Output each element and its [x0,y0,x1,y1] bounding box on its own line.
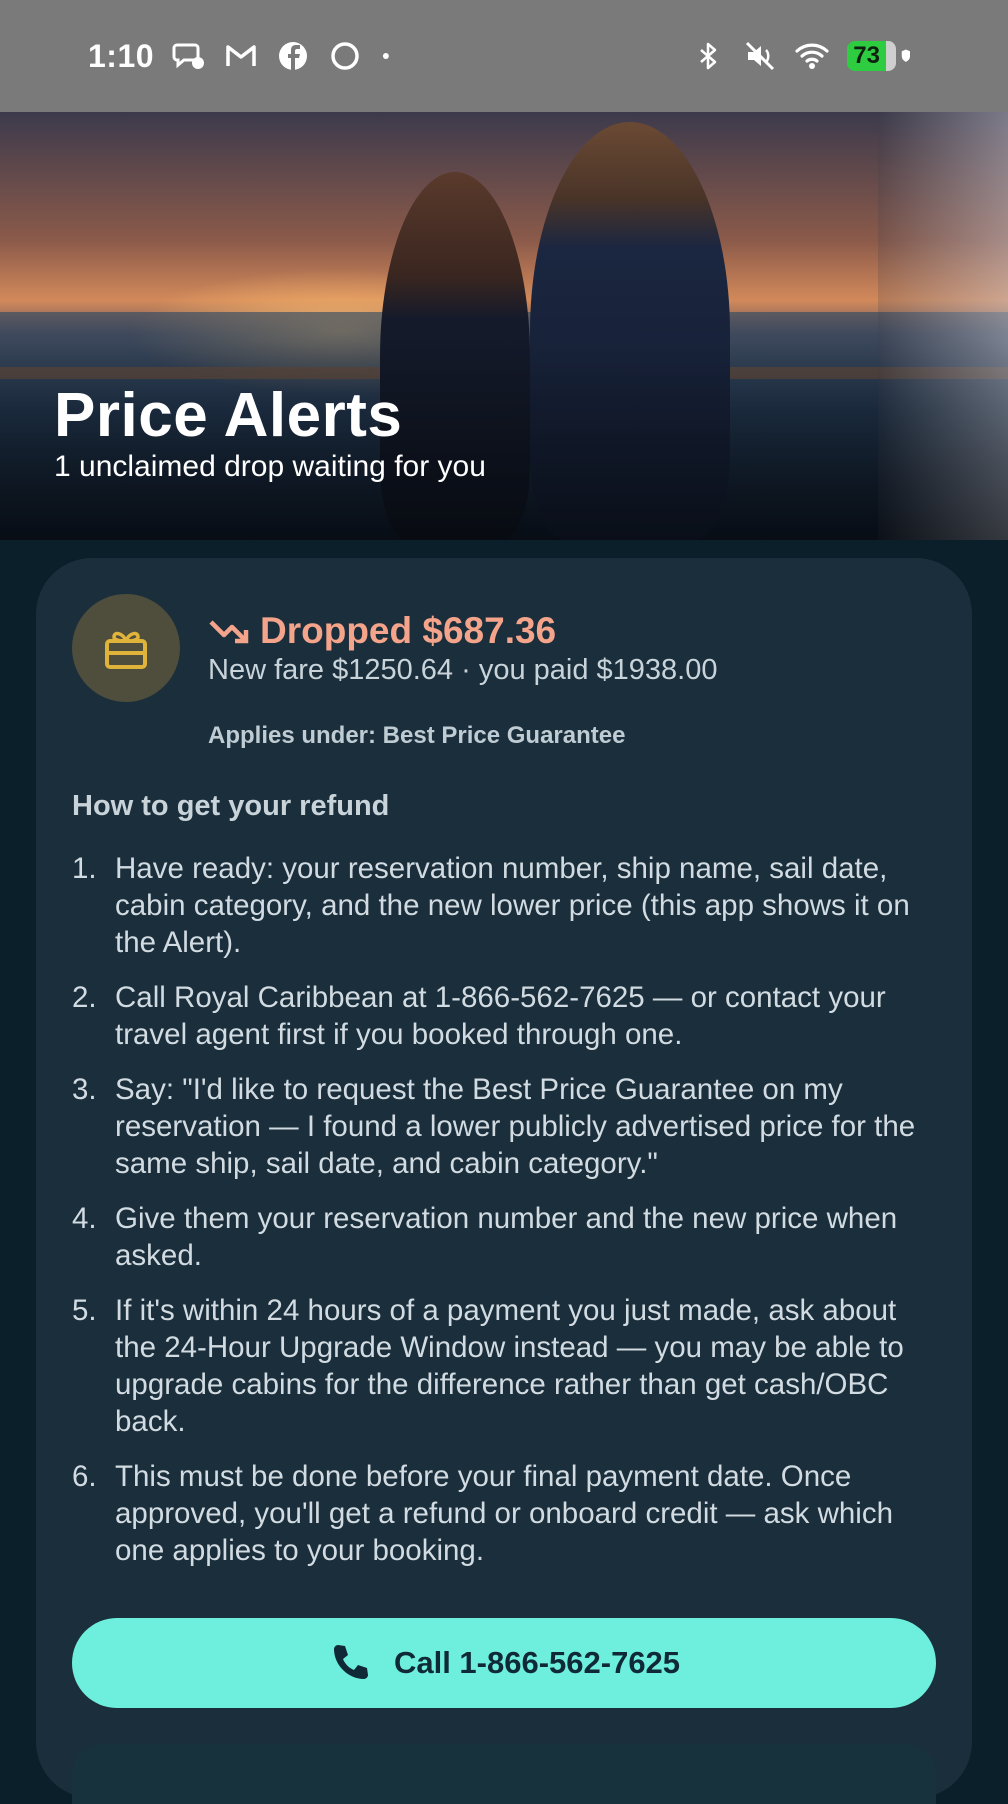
gift-icon [105,631,147,669]
refund-step: 5. If it's within 24 hours of a payment … [72,1292,932,1440]
step-number: 2. [72,981,97,1014]
step-number: 6. [72,1460,97,1493]
battery-level: 73 [847,41,886,71]
facebook-icon [279,42,308,70]
trending-down-icon [209,620,249,644]
drop-amount: Dropped $687.36 [260,610,557,651]
shield-icon [901,49,910,62]
battery-icon: 73 [847,41,896,71]
step-number: 3. [72,1073,97,1106]
refund-step: 6. This must be done before your final p… [72,1458,932,1569]
refund-step: 1. Have ready: your reservation number, … [72,850,932,961]
phone-icon [333,1645,368,1679]
drop-row: Dropped $687.36 [208,610,556,652]
status-time: 1:10 [88,37,155,74]
step-text: Have ready: your reservation number, shi… [115,852,910,959]
page-subtitle: 1 unclaimed drop waiting for you [54,450,486,483]
circle-app-icon [331,42,359,70]
refund-instructions-title: How to get your refund [72,790,390,822]
status-right: 73 [691,39,920,73]
call-button-label: Call 1-866-562-7625 [393,1645,681,1680]
gmail-icon [226,45,256,66]
step-number: 4. [72,1202,97,1235]
fare-summary: New fare $1250.64 · you paid $1938.00 [208,654,718,686]
price-alert-card: Dropped $687.36 New fare $1250.64 · you … [36,558,972,1804]
step-text: Say: "I'd like to request the Best Price… [115,1073,916,1180]
status-left: 1:10 [88,38,400,75]
wifi-icon [795,43,829,69]
refund-step: 2. Call Royal Caribbean at 1-866-562-762… [72,979,932,1053]
dot-icon [382,53,389,59]
call-button[interactable]: Call 1-866-562-7625 [72,1618,936,1708]
applies-under: Applies under: Best Price Guarantee [208,722,626,749]
refund-step: 4. Give them your reservation number and… [72,1200,932,1274]
step-text: Give them your reservation number and th… [115,1202,898,1272]
page-title: Price Alerts [54,381,403,450]
gift-icon-badge [72,594,180,702]
step-number: 1. [72,852,97,885]
mute-icon [746,41,775,71]
messenger-icon [172,43,205,69]
battery-empty [886,41,896,71]
refund-step: 3. Say: "I'd like to request the Best Pr… [72,1071,932,1182]
refund-steps-list: 1. Have ready: your reservation number, … [72,850,932,1587]
step-text: If it's within 24 hours of a payment you… [115,1294,904,1438]
hero-banner: Price Alerts 1 unclaimed drop waiting fo… [0,112,1008,540]
step-text: Call Royal Caribbean at 1-866-562-7625 —… [115,981,886,1051]
status-bar: 1:10 73 [0,0,1008,112]
step-number: 5. [72,1294,97,1327]
step-text: This must be done before your final paym… [115,1460,893,1567]
bluetooth-icon [700,42,717,70]
next-card-edge [72,1744,936,1804]
